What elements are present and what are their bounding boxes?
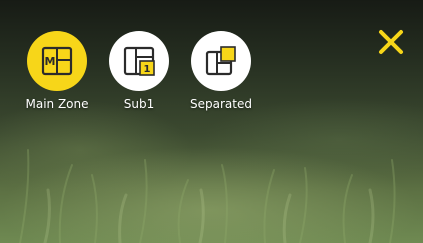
zone-label-sub1: Sub1 [123,97,155,111]
zone-label-separated: Separated [190,97,252,111]
zone-button-main-zone[interactable]: M Main Zone [14,31,100,117]
zone-button-separated[interactable]: Separated [178,31,264,117]
main-zone-badge: M [45,55,56,68]
sub-zone-badge: 1 [144,64,151,75]
zone-circle: 1 [109,31,169,91]
zone-circle [191,31,251,91]
close-icon [379,30,403,54]
zone-selector: M Main Zone 1 Sub1 Separated [14,31,274,121]
main-zone-icon: M [41,46,73,76]
close-button[interactable] [376,27,406,57]
separated-zone-icon [205,46,236,76]
zone-button-sub1[interactable]: 1 Sub1 [96,31,182,117]
zone-label-main-zone: Main Zone [25,97,89,111]
sub-zone-icon: 1 [123,46,155,76]
zone-circle: M [27,31,87,91]
